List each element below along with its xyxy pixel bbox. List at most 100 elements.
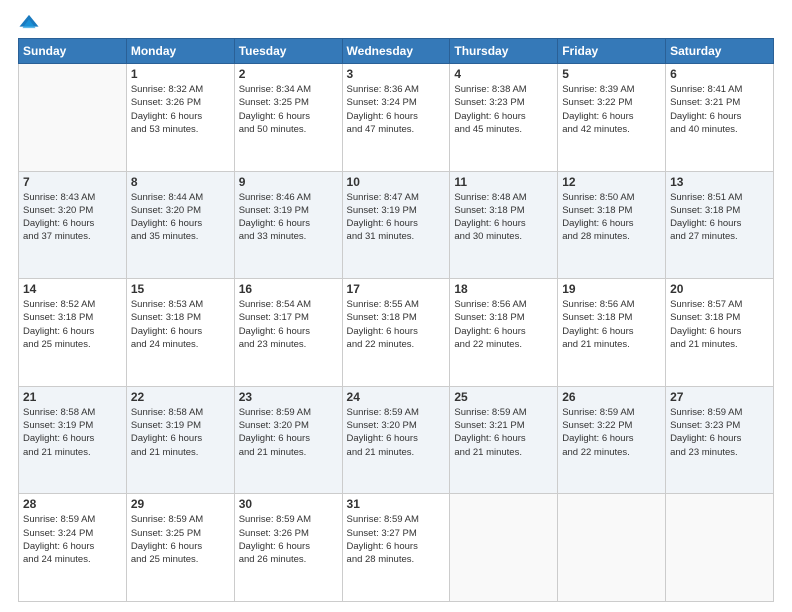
calendar-cell: 29Sunrise: 8:59 AMSunset: 3:25 PMDayligh… bbox=[126, 494, 234, 602]
calendar-week-row: 21 Sunrise: 8:58 AMSunset: 3:19 PMDayligh… bbox=[19, 386, 774, 494]
calendar-cell: 10Sunrise: 8:47 AMSunset: 3:19 PMDayligh… bbox=[342, 171, 450, 279]
calendar-cell: 18 Sunrise: 8:56 AMSunset: 3:18 PMDayligh… bbox=[450, 279, 558, 387]
day-number: 23 bbox=[239, 390, 338, 404]
calendar-cell: 19 Sunrise: 8:56 AMSunset: 3:18 PMDayligh… bbox=[558, 279, 666, 387]
calendar-week-row: 1 Sunrise: 8:32 AMSunset: 3:26 PMDaylight… bbox=[19, 64, 774, 172]
calendar-cell: 8 Sunrise: 8:44 AMSunset: 3:20 PMDaylight… bbox=[126, 171, 234, 279]
day-number: 24 bbox=[347, 390, 446, 404]
day-info: Sunrise: 8:59 AMSunset: 3:20 PMDaylight:… bbox=[347, 406, 446, 459]
calendar-cell: 4 Sunrise: 8:38 AMSunset: 3:23 PMDaylight… bbox=[450, 64, 558, 172]
calendar-cell: 17Sunrise: 8:55 AMSunset: 3:18 PMDayligh… bbox=[342, 279, 450, 387]
calendar-cell: 28 Sunrise: 8:59 AMSunset: 3:24 PMDayligh… bbox=[19, 494, 127, 602]
calendar-cell: 15 Sunrise: 8:53 AMSunset: 3:18 PMDayligh… bbox=[126, 279, 234, 387]
header bbox=[18, 10, 774, 34]
weekday-header: Thursday bbox=[450, 39, 558, 64]
day-number: 17 bbox=[347, 282, 446, 296]
day-info: Sunrise: 8:53 AMSunset: 3:18 PMDaylight:… bbox=[131, 298, 230, 351]
day-number: 21 bbox=[23, 390, 122, 404]
weekday-header: Wednesday bbox=[342, 39, 450, 64]
day-number: 2 bbox=[239, 67, 338, 81]
day-info: Sunrise: 8:59 AMSunset: 3:24 PMDaylight:… bbox=[23, 513, 122, 566]
calendar-cell: 24 Sunrise: 8:59 AMSunset: 3:20 PMDayligh… bbox=[342, 386, 450, 494]
day-info: Sunrise: 8:58 AMSunset: 3:19 PMDaylight:… bbox=[23, 406, 122, 459]
calendar-cell: 11Sunrise: 8:48 AMSunset: 3:18 PMDayligh… bbox=[450, 171, 558, 279]
day-info: Sunrise: 8:59 AMSunset: 3:20 PMDaylight:… bbox=[239, 406, 338, 459]
day-number: 20 bbox=[670, 282, 769, 296]
calendar-cell bbox=[558, 494, 666, 602]
page: SundayMondayTuesdayWednesdayThursdayFrid… bbox=[0, 0, 792, 612]
calendar-header: SundayMondayTuesdayWednesdayThursdayFrid… bbox=[19, 39, 774, 64]
day-info: Sunrise: 8:59 AMSunset: 3:23 PMDaylight:… bbox=[670, 406, 769, 459]
calendar-cell bbox=[19, 64, 127, 172]
calendar-cell bbox=[450, 494, 558, 602]
logo-icon bbox=[18, 12, 40, 34]
calendar-cell: 22 Sunrise: 8:58 AMSunset: 3:19 PMDayligh… bbox=[126, 386, 234, 494]
day-number: 19 bbox=[562, 282, 661, 296]
day-info: Sunrise: 8:38 AMSunset: 3:23 PMDaylight:… bbox=[454, 83, 553, 136]
calendar-week-row: 7Sunrise: 8:43 AMSunset: 3:20 PMDaylight… bbox=[19, 171, 774, 279]
calendar-cell: 16Sunrise: 8:54 AMSunset: 3:17 PMDayligh… bbox=[234, 279, 342, 387]
weekday-header: Monday bbox=[126, 39, 234, 64]
calendar-cell: 14Sunrise: 8:52 AMSunset: 3:18 PMDayligh… bbox=[19, 279, 127, 387]
day-number: 13 bbox=[670, 175, 769, 189]
day-number: 18 bbox=[454, 282, 553, 296]
day-number: 27 bbox=[670, 390, 769, 404]
day-number: 1 bbox=[131, 67, 230, 81]
day-info: Sunrise: 8:51 AMSunset: 3:18 PMDaylight:… bbox=[670, 191, 769, 244]
day-number: 22 bbox=[131, 390, 230, 404]
calendar-cell: 27 Sunrise: 8:59 AMSunset: 3:23 PMDayligh… bbox=[666, 386, 774, 494]
calendar-cell: 7Sunrise: 8:43 AMSunset: 3:20 PMDaylight… bbox=[19, 171, 127, 279]
day-number: 3 bbox=[347, 67, 446, 81]
calendar-cell: 1 Sunrise: 8:32 AMSunset: 3:26 PMDaylight… bbox=[126, 64, 234, 172]
weekday-header: Tuesday bbox=[234, 39, 342, 64]
calendar-table: SundayMondayTuesdayWednesdayThursdayFrid… bbox=[18, 38, 774, 602]
day-info: Sunrise: 8:52 AMSunset: 3:18 PMDaylight:… bbox=[23, 298, 122, 351]
day-number: 9 bbox=[239, 175, 338, 189]
logo bbox=[18, 14, 44, 34]
calendar-cell: 3Sunrise: 8:36 AMSunset: 3:24 PMDaylight… bbox=[342, 64, 450, 172]
day-info: Sunrise: 8:50 AMSunset: 3:18 PMDaylight:… bbox=[562, 191, 661, 244]
day-number: 6 bbox=[670, 67, 769, 81]
day-info: Sunrise: 8:58 AMSunset: 3:19 PMDaylight:… bbox=[131, 406, 230, 459]
day-info: Sunrise: 8:56 AMSunset: 3:18 PMDaylight:… bbox=[562, 298, 661, 351]
calendar-cell: 12Sunrise: 8:50 AMSunset: 3:18 PMDayligh… bbox=[558, 171, 666, 279]
weekday-header: Saturday bbox=[666, 39, 774, 64]
calendar-body: 1 Sunrise: 8:32 AMSunset: 3:26 PMDaylight… bbox=[19, 64, 774, 602]
day-info: Sunrise: 8:59 AMSunset: 3:27 PMDaylight:… bbox=[347, 513, 446, 566]
calendar-week-row: 14Sunrise: 8:52 AMSunset: 3:18 PMDayligh… bbox=[19, 279, 774, 387]
day-number: 26 bbox=[562, 390, 661, 404]
calendar-cell: 21 Sunrise: 8:58 AMSunset: 3:19 PMDayligh… bbox=[19, 386, 127, 494]
calendar-week-row: 28 Sunrise: 8:59 AMSunset: 3:24 PMDayligh… bbox=[19, 494, 774, 602]
calendar-cell: 23 Sunrise: 8:59 AMSunset: 3:20 PMDayligh… bbox=[234, 386, 342, 494]
day-number: 10 bbox=[347, 175, 446, 189]
day-number: 15 bbox=[131, 282, 230, 296]
day-info: Sunrise: 8:59 AMSunset: 3:22 PMDaylight:… bbox=[562, 406, 661, 459]
calendar-cell: 13 Sunrise: 8:51 AMSunset: 3:18 PMDayligh… bbox=[666, 171, 774, 279]
day-number: 4 bbox=[454, 67, 553, 81]
day-number: 16 bbox=[239, 282, 338, 296]
day-info: Sunrise: 8:39 AMSunset: 3:22 PMDaylight:… bbox=[562, 83, 661, 136]
day-info: Sunrise: 8:44 AMSunset: 3:20 PMDaylight:… bbox=[131, 191, 230, 244]
day-number: 25 bbox=[454, 390, 553, 404]
day-info: Sunrise: 8:57 AMSunset: 3:18 PMDaylight:… bbox=[670, 298, 769, 351]
calendar-cell: 20 Sunrise: 8:57 AMSunset: 3:18 PMDayligh… bbox=[666, 279, 774, 387]
day-number: 29 bbox=[131, 497, 230, 511]
calendar-cell: 6 Sunrise: 8:41 AMSunset: 3:21 PMDaylight… bbox=[666, 64, 774, 172]
calendar-cell: 5 Sunrise: 8:39 AMSunset: 3:22 PMDaylight… bbox=[558, 64, 666, 172]
calendar-cell: 25 Sunrise: 8:59 AMSunset: 3:21 PMDayligh… bbox=[450, 386, 558, 494]
day-number: 5 bbox=[562, 67, 661, 81]
day-number: 28 bbox=[23, 497, 122, 511]
day-info: Sunrise: 8:41 AMSunset: 3:21 PMDaylight:… bbox=[670, 83, 769, 136]
calendar-cell bbox=[666, 494, 774, 602]
day-number: 31 bbox=[347, 497, 446, 511]
day-info: Sunrise: 8:56 AMSunset: 3:18 PMDaylight:… bbox=[454, 298, 553, 351]
day-info: Sunrise: 8:59 AMSunset: 3:21 PMDaylight:… bbox=[454, 406, 553, 459]
day-info: Sunrise: 8:32 AMSunset: 3:26 PMDaylight:… bbox=[131, 83, 230, 136]
day-info: Sunrise: 8:48 AMSunset: 3:18 PMDaylight:… bbox=[454, 191, 553, 244]
calendar-cell: 30Sunrise: 8:59 AMSunset: 3:26 PMDayligh… bbox=[234, 494, 342, 602]
calendar-cell: 26 Sunrise: 8:59 AMSunset: 3:22 PMDayligh… bbox=[558, 386, 666, 494]
weekday-header: Friday bbox=[558, 39, 666, 64]
day-info: Sunrise: 8:43 AMSunset: 3:20 PMDaylight:… bbox=[23, 191, 122, 244]
day-info: Sunrise: 8:46 AMSunset: 3:19 PMDaylight:… bbox=[239, 191, 338, 244]
day-number: 8 bbox=[131, 175, 230, 189]
